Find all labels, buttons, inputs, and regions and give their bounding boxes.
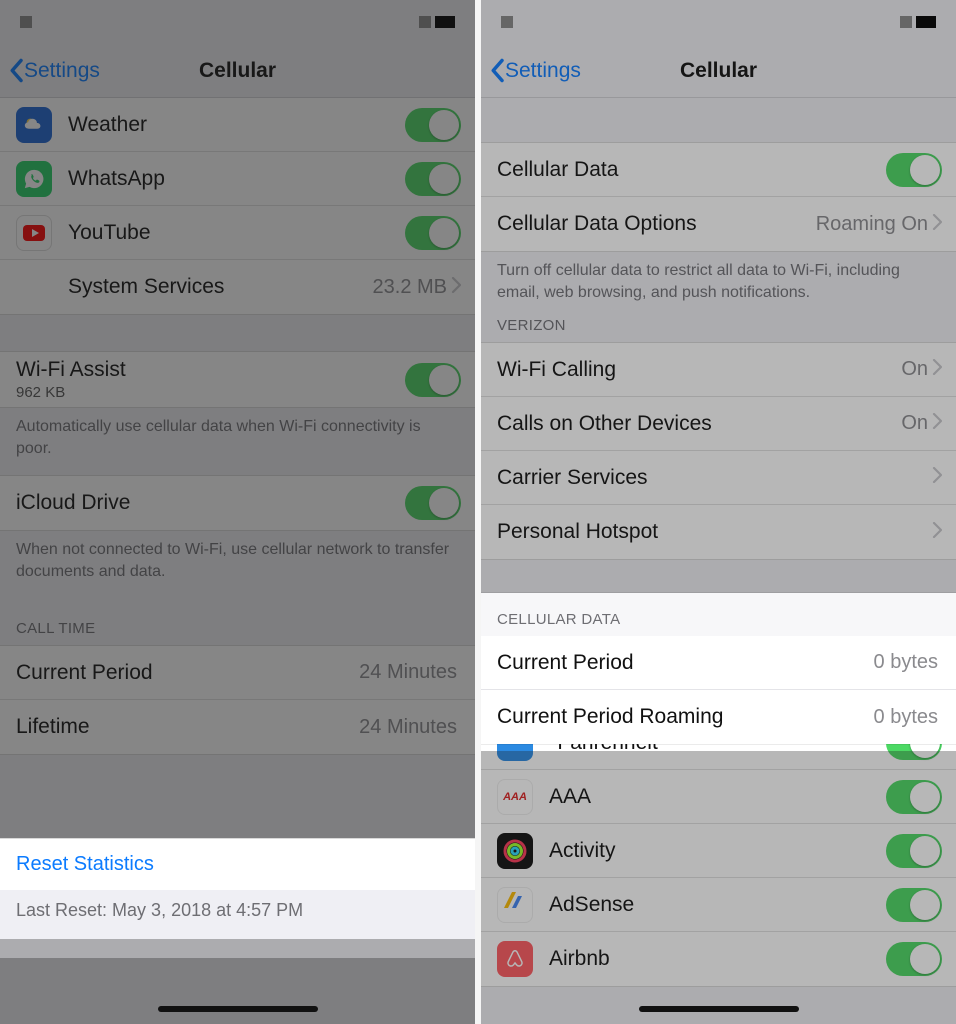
airbnb-icon [497, 941, 533, 977]
row-value: 0 bytes [874, 706, 938, 729]
weather-icon [16, 107, 52, 143]
icloud-drive-row: iCloud Drive [0, 476, 475, 530]
app-row-airbnb: Airbnb [481, 932, 956, 986]
nav-bar: Settings Cellular [481, 44, 956, 98]
aaa-icon: AAA [497, 779, 533, 815]
row-label: Personal Hotspot [497, 520, 932, 544]
activity-icon [497, 833, 533, 869]
chevron-right-icon [932, 359, 942, 380]
carrier-services-row[interactable]: Carrier Services [481, 451, 956, 505]
wifi-assist-label: Wi-Fi Assist [16, 358, 405, 382]
system-services-value: 23.2 MB [373, 276, 447, 299]
lifetime-row: Lifetime 24 Minutes [0, 700, 475, 754]
app-label: Weather [68, 113, 405, 137]
home-indicator [158, 1006, 318, 1012]
app-row-whatsapp: WhatsApp [0, 152, 475, 206]
whatsapp-icon [16, 161, 52, 197]
chevron-right-icon [451, 277, 461, 298]
home-indicator [639, 1006, 799, 1012]
adsense-icon [497, 887, 533, 923]
app-row-youtube: YouTube [0, 206, 475, 260]
app-label: Airbnb [549, 947, 886, 971]
chevron-right-icon [932, 413, 942, 434]
cellular-data-header: CELLULAR DATA [481, 593, 956, 636]
row-value: On [901, 358, 928, 381]
left-screenshot: Settings Cellular Weather WhatsApp [0, 0, 475, 1024]
back-label: Settings [24, 59, 100, 83]
app-label: Activity [549, 839, 886, 863]
toggle-airbnb[interactable] [886, 942, 942, 976]
current-period-roaming-row: Current Period Roaming 0 bytes [481, 690, 956, 744]
cellular-data-highlight: CELLULAR DATA Current Period 0 bytes Cur… [481, 593, 956, 744]
chevron-right-icon [932, 214, 942, 235]
back-button[interactable]: Settings [489, 58, 581, 83]
current-period-value: 24 Minutes [359, 661, 457, 684]
wifi-calling-row[interactable]: Wi-Fi Calling On [481, 343, 956, 397]
status-bar [481, 0, 956, 44]
toggle-youtube[interactable] [405, 216, 461, 250]
wifi-assist-footer: Automatically use cellular data when Wi-… [0, 408, 475, 475]
icloud-drive-label: iCloud Drive [16, 491, 405, 515]
cellular-data-label: Cellular Data [497, 158, 886, 182]
cellular-data-options-label: Cellular Data Options [497, 212, 816, 236]
row-label: Carrier Services [497, 466, 932, 490]
app-row-activity: Activity [481, 824, 956, 878]
row-value: 0 bytes [874, 651, 938, 674]
reset-statistics-button[interactable]: Reset Statistics [0, 838, 475, 890]
personal-hotspot-row[interactable]: Personal Hotspot [481, 505, 956, 559]
current-period-row: Current Period 24 Minutes [0, 646, 475, 700]
current-period-data-row: Current Period 0 bytes [481, 636, 956, 690]
toggle-aaa[interactable] [886, 780, 942, 814]
cellular-data-options-value: Roaming On [816, 213, 928, 236]
toggle-adsense[interactable] [886, 888, 942, 922]
status-bar [0, 0, 475, 44]
system-services-row[interactable]: System Services 23.2 MB [0, 260, 475, 314]
system-services-label: System Services [68, 275, 373, 299]
row-label: Current Period Roaming [497, 705, 874, 729]
youtube-icon [16, 215, 52, 251]
row-label: Wi-Fi Calling [497, 358, 901, 382]
toggle-cellular-data[interactable] [886, 153, 942, 187]
icloud-drive-footer: When not connected to Wi-Fi, use cellula… [0, 531, 475, 598]
last-reset-label: Last Reset: May 3, 2018 at 4:57 PM [0, 890, 475, 939]
app-row-weather: Weather [0, 98, 475, 152]
cellular-data-row: Cellular Data [481, 143, 956, 197]
wifi-assist-sub: 962 KB [16, 384, 405, 401]
chevron-right-icon [932, 522, 942, 543]
toggle-wifi-assist[interactable] [405, 363, 461, 397]
row-value: On [901, 412, 928, 435]
current-period-label: Current Period [16, 661, 359, 685]
row-label: Current Period [497, 651, 874, 675]
app-label: WhatsApp [68, 167, 405, 191]
app-label: AAA [549, 785, 886, 809]
lifetime-value: 24 Minutes [359, 716, 457, 739]
chevron-right-icon [932, 467, 942, 488]
toggle-whatsapp[interactable] [405, 162, 461, 196]
wifi-assist-row: Wi-Fi Assist 962 KB [0, 352, 475, 407]
nav-bar: Settings Cellular [0, 44, 475, 98]
right-screenshot: Settings Cellular Cellular Data Cellular… [481, 0, 956, 1024]
toggle-weather[interactable] [405, 108, 461, 142]
back-button[interactable]: Settings [8, 58, 100, 83]
app-row-aaa: AAA AAA [481, 770, 956, 824]
row-label: Calls on Other Devices [497, 412, 901, 436]
lifetime-label: Lifetime [16, 715, 359, 739]
back-label: Settings [505, 59, 581, 83]
reset-statistics-label: Reset Statistics [16, 853, 154, 875]
carrier-header: VERIZON [481, 311, 956, 342]
toggle-activity[interactable] [886, 834, 942, 868]
cellular-data-options-row[interactable]: Cellular Data Options Roaming On [481, 197, 956, 251]
cellular-footer: Turn off cellular data to restrict all d… [481, 252, 956, 311]
app-label: AdSense [549, 893, 886, 917]
toggle-icloud-drive[interactable] [405, 486, 461, 520]
call-time-header: CALL TIME [0, 598, 475, 645]
calls-other-devices-row[interactable]: Calls on Other Devices On [481, 397, 956, 451]
app-label: YouTube [68, 221, 405, 245]
app-row-adsense: AdSense [481, 878, 956, 932]
